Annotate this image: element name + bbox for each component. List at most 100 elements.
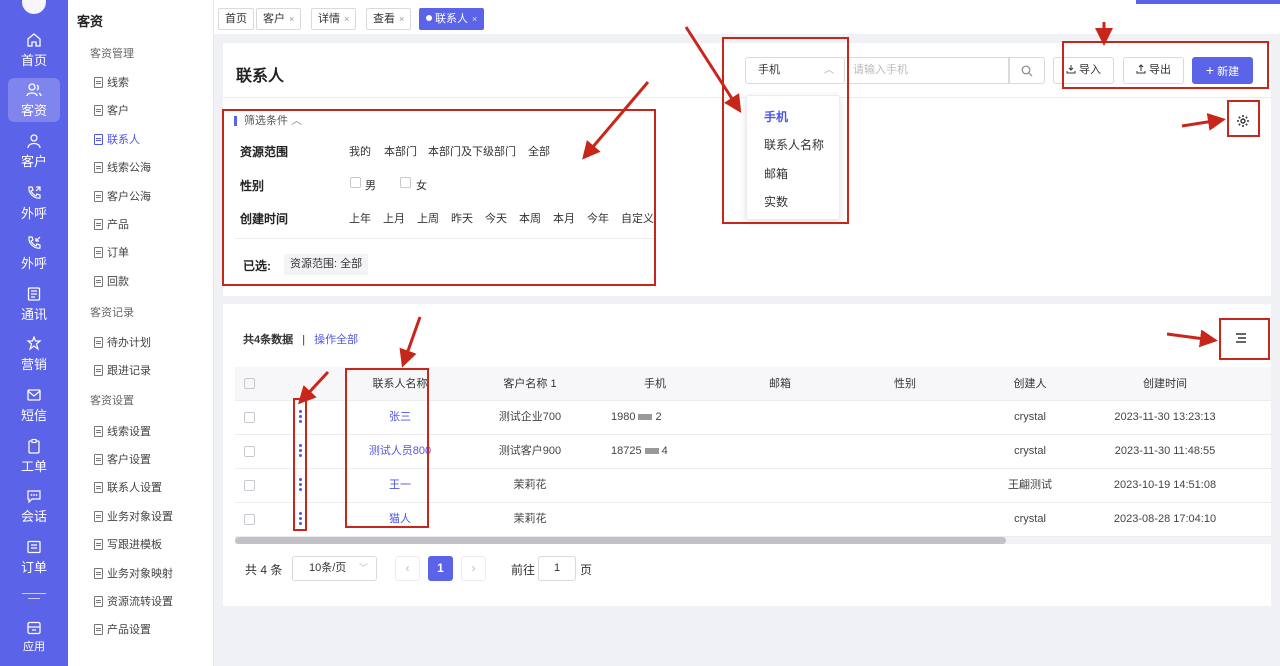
filter-option[interactable]: 全部 xyxy=(528,143,550,159)
selected-filter-chip[interactable]: 资源范围: 全部 xyxy=(284,254,369,275)
page-number-button[interactable]: 1 xyxy=(428,556,453,581)
close-icon[interactable]: × xyxy=(289,14,294,24)
gear-icon[interactable] xyxy=(1236,114,1250,131)
more-actions-icon[interactable] xyxy=(299,512,303,526)
column-header[interactable]: 创建时间 xyxy=(1100,367,1230,401)
filter-option[interactable]: 本部门及下级部门 xyxy=(428,143,516,159)
submenu-item-orders[interactable]: 订单 xyxy=(94,244,129,260)
dropdown-option-phone[interactable]: 手机 xyxy=(764,108,788,125)
export-button[interactable]: 导出 xyxy=(1123,57,1184,84)
row-checkbox[interactable] xyxy=(244,412,255,423)
filter-option[interactable]: 上年 xyxy=(349,210,371,226)
tab-detail[interactable]: 详情 × xyxy=(311,8,357,30)
rail-item-tickets[interactable]: 工单 xyxy=(8,438,60,475)
tab-customer[interactable]: 客户 × xyxy=(256,8,302,30)
filter-option[interactable]: 女 xyxy=(416,177,427,193)
filter-option[interactable]: 昨天 xyxy=(451,210,473,226)
rail-item-outbound[interactable]: 外呼 xyxy=(8,185,60,222)
close-icon[interactable]: × xyxy=(344,14,349,24)
new-button[interactable]: + 新建 xyxy=(1192,57,1253,84)
search-button[interactable] xyxy=(1009,57,1045,84)
next-page-button[interactable]: › xyxy=(461,556,486,581)
close-icon[interactable]: × xyxy=(399,14,404,24)
page-size-select[interactable]: 10条/页 ﹀ xyxy=(292,556,377,581)
column-header[interactable]: 联系人名称 xyxy=(345,367,455,401)
column-settings-icon[interactable] xyxy=(1234,332,1248,347)
tab-home[interactable]: 首页 xyxy=(218,8,254,30)
contact-name-link[interactable]: 猫人 xyxy=(345,503,455,536)
dropdown-option-number[interactable]: 实数 xyxy=(764,193,788,210)
submenu-item-todo[interactable]: 待办计划 xyxy=(94,334,151,350)
import-button[interactable]: 导入 xyxy=(1053,57,1114,84)
column-header[interactable]: 性别 xyxy=(850,367,960,401)
submenu-item-lead-settings[interactable]: 线索设置 xyxy=(94,423,151,439)
filter-option[interactable]: 自定义 xyxy=(621,210,654,226)
submenu-item-products[interactable]: 产品 xyxy=(94,216,129,232)
rail-item-home[interactable]: 首页 xyxy=(8,32,60,69)
tab-view[interactable]: 查看 × xyxy=(366,8,412,30)
submenu-item-customer-pool[interactable]: 客户公海 xyxy=(94,188,151,204)
operate-all-link[interactable]: 操作全部 xyxy=(314,334,358,346)
column-header[interactable]: 创建人 xyxy=(975,367,1085,401)
submenu-item-leads[interactable]: 线索 xyxy=(94,74,129,90)
submenu-item-object-mapping[interactable]: 业务对象映射 xyxy=(94,565,173,581)
rail-item-apps[interactable]: 应用 xyxy=(8,620,60,654)
submenu-item-payments[interactable]: 回款 xyxy=(94,273,129,289)
submenu-item-followup-templates[interactable]: 写跟进模板 xyxy=(94,536,162,552)
gender-male-checkbox[interactable] xyxy=(350,177,361,188)
filter-option[interactable]: 本月 xyxy=(553,210,575,226)
row-checkbox[interactable] xyxy=(244,446,255,457)
contact-name-link[interactable]: 张三 xyxy=(345,401,455,434)
filter-label-gender: 性别 xyxy=(240,179,265,193)
filter-option[interactable]: 男 xyxy=(365,177,376,193)
dropdown-option-email[interactable]: 邮箱 xyxy=(764,165,788,182)
rail-item-outbound-2[interactable]: 外呼 xyxy=(8,235,60,272)
contact-name-link[interactable]: 王一 xyxy=(345,469,455,502)
filter-option[interactable]: 本部门 xyxy=(384,143,417,159)
submenu-item-customers[interactable]: 客户 xyxy=(94,102,129,118)
close-icon[interactable]: × xyxy=(472,14,477,24)
column-header[interactable]: 客户名称 1 xyxy=(475,367,585,401)
more-actions-icon[interactable] xyxy=(299,478,303,492)
rail-item-sms[interactable]: 短信 xyxy=(8,387,60,424)
select-all-checkbox[interactable] xyxy=(244,378,255,389)
column-header[interactable]: 手机 xyxy=(600,367,710,401)
search-input[interactable]: 请输入手机 xyxy=(845,57,1009,84)
submenu-item-object-settings[interactable]: 业务对象设置 xyxy=(94,508,173,524)
row-checkbox[interactable] xyxy=(244,514,255,525)
horizontal-scrollbar[interactable] xyxy=(235,537,1006,544)
document-icon xyxy=(94,246,103,258)
rail-item-orders[interactable]: 订单 xyxy=(8,539,60,576)
more-actions-icon[interactable] xyxy=(299,444,303,458)
rail-item-chat[interactable]: 会话 xyxy=(8,488,60,525)
submenu-item-contacts[interactable]: 联系人 xyxy=(94,131,140,147)
filter-option[interactable]: 上月 xyxy=(383,210,405,226)
filter-option[interactable]: 上周 xyxy=(417,210,439,226)
submenu-item-product-settings[interactable]: 产品设置 xyxy=(94,621,151,637)
filter-option[interactable]: 我的 xyxy=(349,143,371,159)
submenu-item-contact-settings[interactable]: 联系人设置 xyxy=(94,479,162,495)
search-field-select[interactable]: 手机 ︿ xyxy=(745,57,845,84)
submenu-item-lead-pool[interactable]: 线索公海 xyxy=(94,159,151,175)
submenu-item-transfer-settings[interactable]: 资源流转设置 xyxy=(94,593,173,609)
rail-item-contacts[interactable]: 通讯 xyxy=(8,286,60,323)
filter-option[interactable]: 今年 xyxy=(587,210,609,226)
submenu-item-customer-settings[interactable]: 客户设置 xyxy=(94,451,151,467)
gender-female-checkbox[interactable] xyxy=(400,177,411,188)
rail-item-marketing[interactable]: 营销 xyxy=(8,335,60,373)
submenu-item-followups[interactable]: 跟进记录 xyxy=(94,362,151,378)
tab-contacts[interactable]: 联系人 × xyxy=(419,8,485,30)
goto-page-input[interactable]: 1 xyxy=(538,556,576,581)
rail-item-leads[interactable]: 客资 xyxy=(8,78,60,122)
contact-name-link[interactable]: 测试人员800 xyxy=(345,435,455,468)
rail-item-customer[interactable]: 客户 xyxy=(8,133,60,170)
column-header[interactable]: 邮箱 xyxy=(725,367,835,401)
filter-toggle[interactable]: 筛选条件 ︿ xyxy=(234,115,302,127)
more-actions-icon[interactable] xyxy=(299,410,303,424)
row-checkbox[interactable] xyxy=(244,480,255,491)
filter-toggle-label: 筛选条件 xyxy=(244,115,288,127)
filter-option[interactable]: 本周 xyxy=(519,210,541,226)
prev-page-button[interactable]: ‹ xyxy=(395,556,420,581)
dropdown-option-contact-name[interactable]: 联系人名称 xyxy=(764,136,824,153)
filter-option[interactable]: 今天 xyxy=(485,210,507,226)
